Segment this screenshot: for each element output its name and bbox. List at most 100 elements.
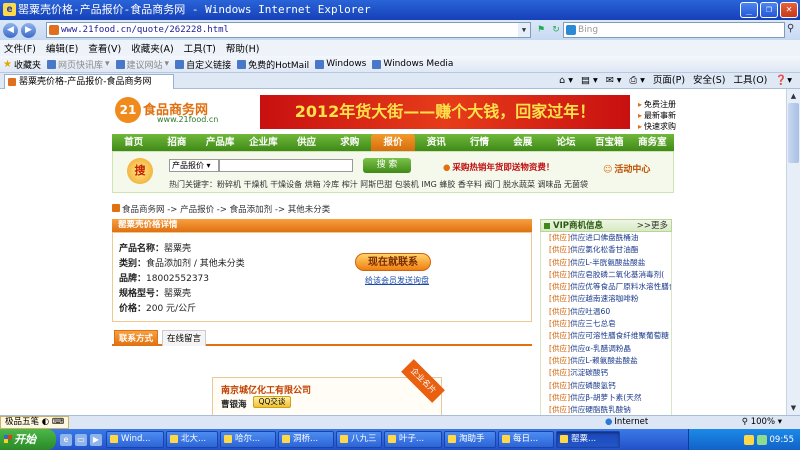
scroll-thumb[interactable]	[788, 103, 799, 163]
taskbar-button[interactable]: 罂粟...	[556, 431, 620, 448]
print-icon[interactable]: ⎙ ▾	[630, 73, 645, 89]
menu-favorites[interactable]: 收藏夹(A)	[131, 41, 173, 55]
vip-list-item[interactable]: [供应]供应可溶性膳食纤维聚葡萄糖	[541, 330, 671, 342]
promo-banner[interactable]: 2012年货大街——赚个大钱，回家过年！	[260, 95, 630, 129]
mail-icon[interactable]: ✉ ▾	[606, 73, 622, 89]
nav-item[interactable]: 论坛	[544, 134, 587, 151]
fav-windows[interactable]: Windows	[315, 59, 366, 69]
nav-item[interactable]: 百宝箱	[588, 134, 631, 151]
menu-tools[interactable]: 工具(T)	[184, 41, 216, 55]
company-name[interactable]: 南京城亿化工有限公司	[221, 383, 311, 396]
vertical-scrollbar[interactable]: ▲ ▼	[786, 89, 800, 415]
start-button[interactable]: 开始	[0, 429, 56, 450]
clock[interactable]: 09:55	[770, 435, 795, 445]
vip-list-item[interactable]: [供应]供应α-乳醋调粉晶	[541, 343, 671, 355]
link-latest[interactable]: 最新事新	[638, 110, 676, 121]
favorites-button[interactable]: ★ 收藏夹	[3, 58, 41, 71]
breadcrumb[interactable]: 食品商务网 -> 产品报价 -> 食品添加剂 -> 其他未分类	[112, 203, 330, 215]
vip-list-item[interactable]: [供应]供应L-半胱氨酸盐酸盐	[541, 257, 671, 269]
site-logo[interactable]: 21 食品商务网 www.21food.cn	[115, 97, 255, 127]
vip-list-item[interactable]: [供应]供应硬脂酰乳酸钠	[541, 404, 671, 415]
nav-item[interactable]: 企业库	[242, 134, 285, 151]
fav-custom-links[interactable]: 自定义链接	[175, 58, 231, 71]
vip-list-item[interactable]: [供应]供应越南速溶咖啡粉	[541, 293, 671, 305]
nav-item[interactable]: 行情	[458, 134, 501, 151]
vip-list-item[interactable]: [供应]供应优等食品厂原料水溶性膳食	[541, 281, 671, 293]
zoom-control[interactable]: ⚲ 100% ▾	[742, 416, 782, 429]
compatibility-icon[interactable]: ⚑	[535, 24, 547, 36]
maximize-button[interactable]: ❐	[760, 2, 778, 18]
taskbar-button[interactable]: 每日...	[498, 431, 554, 448]
network-icon[interactable]	[756, 434, 767, 445]
forward-button[interactable]: ▶	[21, 22, 36, 38]
vip-list-item[interactable]: [供应]供应三七总皂	[541, 318, 671, 330]
help-icon[interactable]: ❓▾	[775, 73, 792, 89]
vip-more-link[interactable]: >>更多	[637, 220, 668, 232]
search-input[interactable]: Bing	[563, 22, 785, 38]
vip-list-item[interactable]: [供应]供应氯化松香甘油酯	[541, 244, 671, 256]
url-dropdown-icon[interactable]: ▼	[518, 23, 530, 37]
taskbar-button[interactable]: Wind...	[106, 431, 164, 448]
back-button[interactable]: ◀	[3, 22, 18, 38]
taskbar-button[interactable]: 北大...	[166, 431, 218, 448]
refresh-icon[interactable]: ↻	[550, 24, 562, 36]
menu-help[interactable]: 帮助(H)	[226, 41, 260, 55]
nav-item[interactable]: 商务室	[631, 134, 674, 151]
link-quick-buy[interactable]: 快速求购	[638, 121, 676, 132]
contact-now-button[interactable]: 现在就联系	[355, 253, 431, 271]
taskbar-button[interactable]: 八九三	[336, 431, 382, 448]
vip-list-item[interactable]: [供应]供应β-胡萝卜素(天然	[541, 392, 671, 404]
nav-item[interactable]: 报价	[371, 134, 415, 151]
nav-item[interactable]: 资讯	[415, 134, 458, 151]
promo-text[interactable]: 采购热销年货即送物资费！	[443, 161, 554, 173]
browser-tab[interactable]: 罂粟壳价格-产品报价-食品商务网	[4, 74, 174, 89]
fav-suggested-sites[interactable]: 建议网站 ▾	[115, 58, 169, 71]
nav-item[interactable]: 招商	[155, 134, 198, 151]
menu-edit[interactable]: 编辑(E)	[46, 41, 78, 55]
cmd-safety[interactable]: 安全(S)	[693, 73, 725, 89]
url-field[interactable]: www.21food.cn/quote/262228.html ▼	[46, 22, 531, 38]
send-inquiry-link[interactable]: 给该会员发送询盘	[365, 275, 429, 286]
qq-chat-button[interactable]: QQ交谈	[253, 396, 291, 408]
vip-list-item[interactable]: [供应]供应L-赖氨酸盐酸盐	[541, 355, 671, 367]
taskbar-button[interactable]: 洞桥...	[278, 431, 334, 448]
vip-list-item[interactable]: [供应]供应磷酸氢钙	[541, 380, 671, 392]
fav-hotmail[interactable]: 免费的HotMail	[237, 58, 309, 71]
activity-center-link[interactable]: 活动中心	[603, 162, 650, 175]
menu-view[interactable]: 查看(V)	[88, 41, 121, 55]
feeds-icon[interactable]: ▤ ▾	[581, 73, 598, 89]
ime-indicator[interactable]: 极品五笔 ◐ ⌨	[0, 416, 70, 429]
vip-list-item[interactable]: [供应]沉淀碳酸钙	[541, 367, 671, 379]
home-icon[interactable]: ⌂ ▾	[559, 73, 573, 89]
taskbar-button[interactable]: 叶子...	[384, 431, 442, 448]
search-category-select[interactable]: 产品报价 ▾	[169, 159, 219, 172]
link-register[interactable]: 免费注册	[638, 99, 676, 110]
nav-item[interactable]: 首页	[112, 134, 155, 151]
vip-list-item[interactable]: [供应]供应进口佛盘酰桶油	[541, 232, 671, 244]
nav-item[interactable]: 求购	[328, 134, 371, 151]
cmd-page[interactable]: 页面(P)	[653, 73, 685, 89]
hot-keywords[interactable]: 热门关键字：粉碎机 干燥机 干燥设备 烘箱 冷库 榨汁 阿斯巴甜 包装机 IMG…	[169, 179, 588, 190]
tray-app-icon[interactable]	[743, 434, 754, 445]
site-search-input[interactable]	[219, 159, 353, 172]
scroll-up-icon[interactable]: ▲	[788, 90, 799, 102]
nav-item[interactable]: 会展	[501, 134, 544, 151]
scroll-down-icon[interactable]: ▼	[788, 402, 799, 414]
taskbar-button[interactable]: 淘助手	[444, 431, 496, 448]
search-icon[interactable]: ⚲	[787, 23, 794, 34]
ie-quicklaunch-icon[interactable]: e	[60, 433, 72, 446]
vip-list-item[interactable]: [供应]供应皂胶磷二氧化基消毒剂(	[541, 269, 671, 281]
nav-item[interactable]: 产品库	[198, 134, 241, 151]
tab-contact[interactable]: 联系方式	[114, 330, 158, 346]
taskbar-button[interactable]: 哈尔...	[220, 431, 276, 448]
site-search-button[interactable]: 搜 索	[363, 158, 411, 173]
media-icon[interactable]: ▶	[90, 433, 102, 446]
vip-list-item[interactable]: [供应]供应吐温60	[541, 306, 671, 318]
menu-file[interactable]: 文件(F)	[4, 41, 36, 55]
fav-windows-media[interactable]: Windows Media	[372, 59, 453, 69]
minimize-button[interactable]: _	[740, 2, 758, 18]
tab-message[interactable]: 在线留言	[162, 330, 206, 346]
nav-item[interactable]: 供应	[285, 134, 328, 151]
cmd-tools[interactable]: 工具(O)	[734, 73, 768, 89]
close-button[interactable]: ✕	[780, 2, 798, 18]
